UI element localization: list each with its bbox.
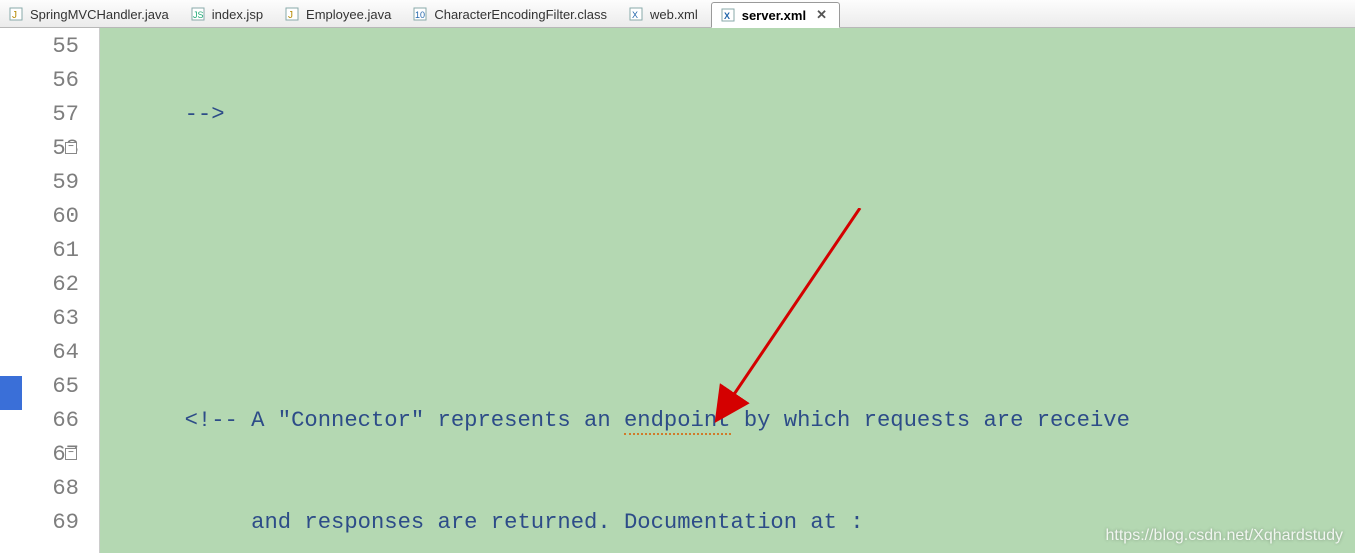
tab-label: SpringMVCHandler.java — [30, 7, 169, 22]
code-line: --> — [118, 98, 1355, 132]
line-number: 63 — [0, 302, 79, 336]
class-icon: 10 — [412, 6, 428, 22]
tab-employee[interactable]: J Employee.java — [276, 1, 404, 27]
code-line — [118, 200, 1355, 234]
line-number: 58− — [0, 132, 79, 166]
code-line: <!-- A "Connector" represents an endpoin… — [118, 404, 1355, 438]
code-line — [118, 302, 1355, 336]
java-icon: J — [8, 6, 24, 22]
line-number: 62 — [0, 268, 79, 302]
close-icon[interactable]: ✕ — [816, 7, 827, 23]
xml-icon: X — [628, 6, 644, 22]
xml-icon: X — [720, 7, 736, 23]
line-number: 59 — [0, 166, 79, 200]
tab-label: CharacterEncodingFilter.class — [434, 7, 607, 22]
line-number: 65 — [0, 370, 79, 404]
line-number: 66 — [0, 404, 79, 438]
code-area[interactable]: --> <!-- A "Connector" represents an end… — [100, 28, 1355, 553]
svg-text:JS: JS — [193, 10, 204, 20]
tab-charencfilter[interactable]: 10 CharacterEncodingFilter.class — [404, 1, 620, 27]
line-number: 68 — [0, 472, 79, 506]
svg-text:10: 10 — [415, 10, 425, 20]
tab-label: web.xml — [650, 7, 698, 22]
line-number: 57 — [0, 98, 79, 132]
line-gutter: 55 56 57 58− 59 60 61 62 63 64 65 66 67−… — [0, 28, 100, 553]
line-number: 64 — [0, 336, 79, 370]
svg-text:X: X — [632, 10, 638, 20]
editor-tabs: J SpringMVCHandler.java JS index.jsp J E… — [0, 0, 1355, 28]
code-editor[interactable]: 55 56 57 58− 59 60 61 62 63 64 65 66 67−… — [0, 28, 1355, 553]
svg-text:J: J — [12, 10, 17, 21]
tab-webxml[interactable]: X web.xml — [620, 1, 711, 27]
fold-icon[interactable]: − — [65, 448, 77, 460]
line-number: 61 — [0, 234, 79, 268]
svg-text:X: X — [724, 11, 730, 21]
tab-label: server.xml — [742, 8, 806, 23]
line-number: 60 — [0, 200, 79, 234]
fold-icon[interactable]: − — [65, 142, 77, 154]
tab-label: Employee.java — [306, 7, 391, 22]
tab-indexjsp[interactable]: JS index.jsp — [182, 1, 276, 27]
jsp-icon: JS — [190, 6, 206, 22]
line-number: 67− — [0, 438, 79, 472]
tab-serverxml[interactable]: X server.xml ✕ — [711, 2, 840, 28]
java-icon: J — [284, 6, 300, 22]
svg-text:J: J — [288, 10, 293, 21]
line-number: 56 — [0, 64, 79, 98]
tab-springmvchandler[interactable]: J SpringMVCHandler.java — [0, 1, 182, 27]
tab-label: index.jsp — [212, 7, 263, 22]
line-number: 55 — [0, 30, 79, 64]
line-number: 69 — [0, 506, 79, 540]
watermark: https://blog.csdn.net/Xqhardstudy — [1106, 527, 1343, 545]
